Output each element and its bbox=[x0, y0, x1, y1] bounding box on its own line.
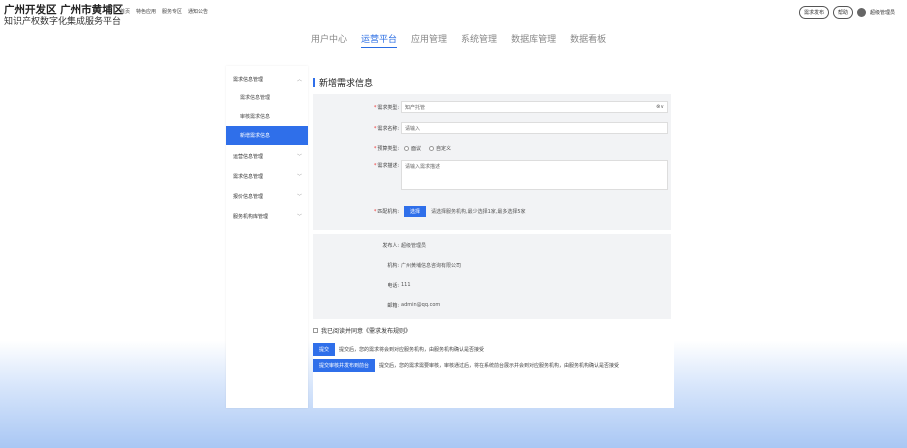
tab-operations[interactable]: 运营平台 bbox=[361, 32, 398, 48]
agree-text: 我已阅读并同意《需求发布规则》 bbox=[321, 328, 412, 335]
name-input[interactable]: 请输入 bbox=[401, 122, 668, 134]
publish-demand-button[interactable]: 需求发布 bbox=[798, 6, 829, 19]
email-value: admin@qq.com bbox=[401, 302, 441, 308]
org-info-value: 广州黄埔信息咨询有限公司 bbox=[401, 262, 462, 269]
submit-note: 提交后，您的需求将会到对应服务机构，由服务机构确认是否接受 bbox=[339, 347, 485, 353]
info-row-email: 邮箱: admin@qq.com bbox=[313, 300, 671, 310]
sidebar: 需求信息管理 ︿ 需求信息管理 审核需求信息 新增需求信息 运营信息管理 ﹀ 需… bbox=[226, 66, 308, 408]
sidebar-group-label: 需求信息管理 bbox=[233, 76, 264, 83]
sidebar-group-demand2[interactable]: 需求信息管理 ﹀ bbox=[226, 167, 308, 185]
budget-radio-negotiable[interactable]: 面议 bbox=[404, 145, 421, 152]
name-label: *需求名称: bbox=[373, 125, 399, 132]
top-link-home[interactable]: 首页 bbox=[120, 8, 130, 15]
submit-row: 提交 提交后，您的需求将会到对应服务机构，由服务机构确认是否接受 bbox=[313, 343, 484, 356]
info-row-phone: 电话: 111 bbox=[313, 280, 671, 290]
publisher-value: 超级管理员 bbox=[401, 242, 427, 249]
tab-database-management[interactable]: 数据库管理 bbox=[511, 32, 556, 48]
budget-label: *预算类型: bbox=[373, 145, 399, 152]
email-label: 邮箱: bbox=[387, 302, 399, 309]
select-org-button[interactable]: 选择 bbox=[404, 205, 427, 217]
agree-checkbox-row[interactable]: 我已阅读并同意《需求发布规则》 bbox=[313, 326, 411, 335]
info-row-org: 机构: 广州黄埔信息咨询有限公司 bbox=[313, 260, 671, 270]
main-content: 新增需求信息 *需求类型: 知产托管 ⊗∨ *需求名称: 请输入 *预算类型: … bbox=[313, 66, 674, 408]
sidebar-group-quote[interactable]: 报价信息管理 ﹀ bbox=[226, 187, 308, 205]
demand-form: *需求类型: 知产托管 ⊗∨ *需求名称: 请输入 *预算类型: 面议 自定义 … bbox=[313, 94, 671, 230]
org-label: *匹配机构: bbox=[373, 208, 399, 215]
sidebar-item-add-demand[interactable]: 新增需求信息 bbox=[226, 126, 308, 145]
sidebar-group-label: 需求信息管理 bbox=[233, 173, 264, 180]
tab-system-management[interactable]: 系统管理 bbox=[461, 32, 497, 48]
publisher-info: 发布人: 超级管理员 机构: 广州黄埔信息咨询有限公司 电话: 111 邮箱: … bbox=[313, 234, 671, 319]
desc-label: *需求描述: bbox=[373, 163, 399, 169]
sidebar-group-demand[interactable]: 需求信息管理 ︿ bbox=[226, 70, 308, 88]
chevron-down-icon: ﹀ bbox=[296, 213, 302, 220]
submit-review-row: 提交审核并发布到前台 提交后，您的需求需要审核，审核通过后，将在系统前台展示并会… bbox=[313, 359, 619, 372]
type-select[interactable]: 知产托管 ⊗∨ bbox=[401, 101, 668, 113]
page-title: 新增需求信息 bbox=[313, 76, 373, 89]
user-name[interactable]: 超级管理员 bbox=[870, 9, 895, 16]
sidebar-group-label: 运营信息管理 bbox=[233, 153, 264, 160]
tab-user-center[interactable]: 用户中心 bbox=[311, 32, 347, 48]
phone-label: 电话: bbox=[387, 282, 399, 289]
top-link-notice[interactable]: 通知公告 bbox=[188, 8, 208, 15]
top-link-service[interactable]: 服务专区 bbox=[162, 8, 182, 15]
form-row-org: *匹配机构: 选择 请选择服务机构,最少选择1家,最多选择5家 bbox=[313, 204, 671, 218]
chevron-down-icon: ⊗∨ bbox=[656, 104, 664, 110]
publisher-label: 发布人: bbox=[382, 242, 399, 249]
submit-review-note: 提交后，您的需求需要审核，审核通过后，将在系统前台展示并会到对应服务机构，由服务… bbox=[379, 363, 620, 369]
chevron-up-icon: ︿ bbox=[296, 76, 302, 83]
sidebar-item-demand-manage[interactable]: 需求信息管理 bbox=[226, 88, 308, 107]
brand-subtitle: 知识产权数字化集成服务平台 bbox=[4, 17, 122, 27]
sidebar-group-agency[interactable]: 服务机构库管理 ﹀ bbox=[226, 207, 308, 225]
form-row-name: *需求名称: 请输入 bbox=[313, 121, 671, 135]
sidebar-group-label: 报价信息管理 bbox=[233, 193, 264, 200]
sidebar-group-ops[interactable]: 运营信息管理 ﹀ bbox=[226, 147, 308, 165]
avatar[interactable] bbox=[856, 8, 866, 17]
form-row-type: *需求类型: 知产托管 ⊗∨ bbox=[313, 100, 671, 114]
info-row-publisher: 发布人: 超级管理员 bbox=[313, 240, 671, 250]
submit-button[interactable]: 提交 bbox=[313, 343, 336, 356]
chevron-down-icon: ﹀ bbox=[296, 153, 302, 160]
org-info-label: 机构: bbox=[387, 262, 399, 269]
top-links: 首页 特色应用 服务专区 通知公告 bbox=[120, 8, 208, 15]
top-right-actions: 需求发布 帮助 超级管理员 bbox=[798, 6, 895, 19]
agree-checkbox[interactable] bbox=[313, 328, 318, 333]
title-accent-bar bbox=[313, 78, 315, 87]
budget-radio-group: 面议 自定义 bbox=[401, 145, 459, 152]
chevron-down-icon: ﹀ bbox=[296, 193, 302, 200]
main-nav: 用户中心 运营平台 应用管理 系统管理 数据库管理 数据看板 bbox=[311, 32, 606, 48]
type-label: *需求类型: bbox=[373, 104, 399, 111]
tab-dashboard[interactable]: 数据看板 bbox=[570, 32, 606, 48]
submit-review-button[interactable]: 提交审核并发布到前台 bbox=[313, 359, 376, 372]
desc-textarea[interactable]: 请输入需求描述 bbox=[401, 160, 668, 190]
budget-radio-custom[interactable]: 自定义 bbox=[429, 145, 451, 152]
sidebar-group-label: 服务机构库管理 bbox=[233, 213, 269, 220]
page-title-text: 新增需求信息 bbox=[319, 79, 374, 89]
tab-app-management[interactable]: 应用管理 bbox=[411, 32, 447, 48]
phone-value: 111 bbox=[401, 282, 411, 288]
top-link-featured[interactable]: 特色应用 bbox=[136, 8, 156, 15]
org-hint: 请选择服务机构,最少选择1家,最多选择5家 bbox=[431, 208, 526, 215]
top-header: 广州开发区 广州市黄埔区 知识产权数字化集成服务平台 首页 特色应用 服务专区 … bbox=[0, 0, 907, 30]
form-row-budget: *预算类型: 面议 自定义 bbox=[313, 141, 671, 155]
sidebar-item-review-demand[interactable]: 审核需求信息 bbox=[226, 107, 308, 126]
form-row-desc: *需求描述: 请输入需求描述 bbox=[313, 160, 671, 190]
type-select-value: 知产托管 bbox=[405, 104, 426, 111]
help-button[interactable]: 帮助 bbox=[832, 6, 853, 19]
chevron-down-icon: ﹀ bbox=[296, 173, 302, 180]
